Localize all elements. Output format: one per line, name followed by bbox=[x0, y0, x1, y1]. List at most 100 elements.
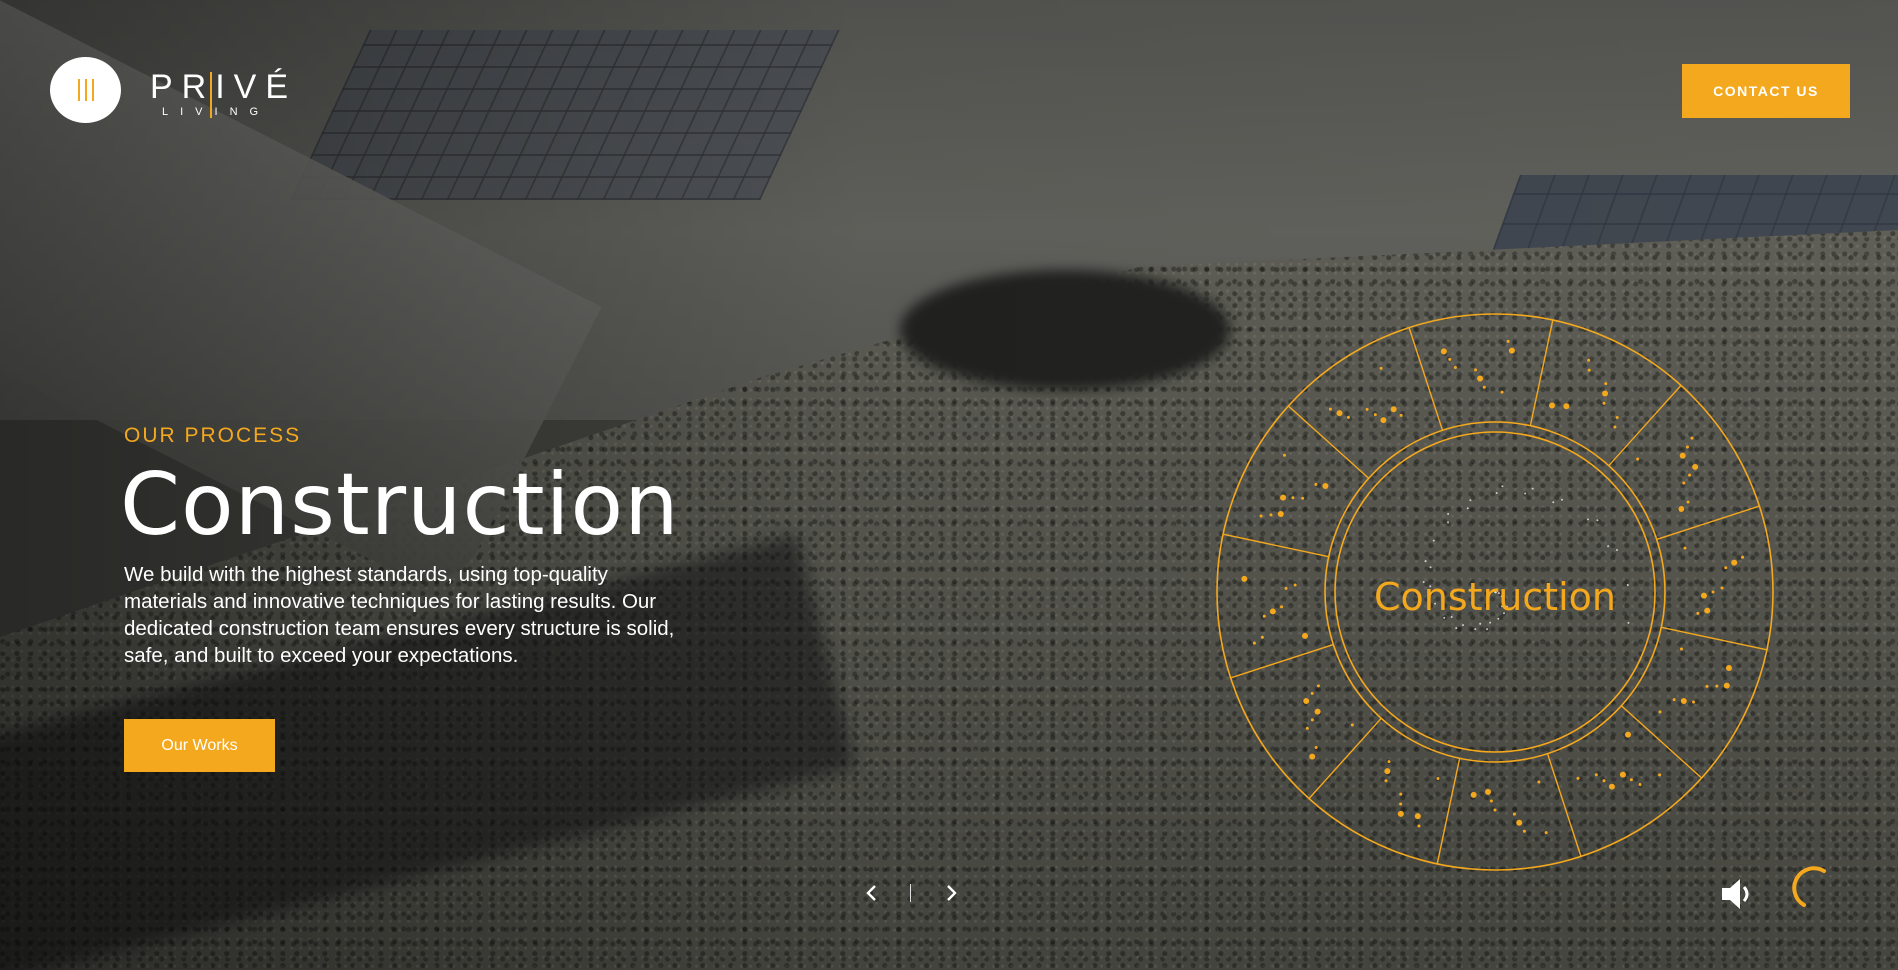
wheel-constellation-dot bbox=[1692, 700, 1696, 704]
wheel-constellation-dot bbox=[1485, 788, 1492, 795]
wheel-constellation-dot bbox=[1482, 385, 1486, 389]
wheel-sparkle-dot bbox=[1486, 628, 1489, 631]
wheel-spoke bbox=[1529, 319, 1554, 426]
wheel-sparkle-dot bbox=[1447, 512, 1450, 515]
wheel-spoke bbox=[1620, 705, 1703, 779]
wheel-constellation-dot bbox=[1336, 410, 1343, 417]
contact-us-button[interactable]: CONTACT US bbox=[1682, 64, 1850, 118]
wheel-constellation-dot bbox=[1259, 514, 1263, 518]
wheel-sparkle-dot bbox=[1586, 518, 1589, 521]
wheel-sparkle-dot bbox=[1524, 492, 1527, 495]
wheel-constellation-dot bbox=[1688, 473, 1692, 477]
wheel-sparkle-dot bbox=[1607, 545, 1610, 548]
wheel-sparkle-dot bbox=[1552, 501, 1555, 504]
wheel-constellation-dot bbox=[1277, 511, 1284, 518]
wheel-constellation-dot bbox=[1305, 726, 1309, 730]
wheel-constellation-dot bbox=[1594, 773, 1598, 777]
wheel-constellation-dot bbox=[1384, 768, 1391, 775]
wheel-constellation-dot bbox=[1436, 776, 1440, 780]
menu-button[interactable] bbox=[50, 57, 121, 123]
wheel-sparkle-dot bbox=[1615, 549, 1618, 552]
wheel-constellation-dot bbox=[1303, 698, 1310, 704]
brand-logo[interactable]: PRIVÉ LIVING bbox=[150, 70, 288, 118]
wheel-constellation-dot bbox=[1683, 546, 1687, 550]
wheel-center-label: Construction bbox=[1374, 575, 1616, 619]
wheel-spoke bbox=[1408, 327, 1444, 431]
wheel-constellation-dot bbox=[1477, 375, 1484, 382]
wheel-constellation-dot bbox=[1506, 339, 1510, 343]
wheel-constellation-dot bbox=[1563, 403, 1570, 410]
wheel-constellation-dot bbox=[1587, 368, 1591, 372]
wheel-constellation-dot bbox=[1282, 453, 1286, 457]
wheel-spoke bbox=[1661, 626, 1768, 651]
wheel-sparkle-dot bbox=[1561, 498, 1564, 501]
wheel-sparkle-dot bbox=[1501, 485, 1504, 488]
wheel-constellation-dot bbox=[1537, 780, 1541, 784]
wheel-constellation-dot bbox=[1365, 407, 1369, 411]
wheel-constellation-dot bbox=[1692, 463, 1699, 470]
wheel-constellation-dot bbox=[1397, 810, 1404, 817]
wheel-spoke bbox=[1656, 505, 1760, 541]
wheel-constellation-dot bbox=[1316, 684, 1320, 688]
wheel-constellation-dot bbox=[1291, 496, 1295, 500]
wheel-constellation-dot bbox=[1731, 559, 1738, 566]
wheel-constellation-dot bbox=[1260, 635, 1264, 639]
wheel-constellation-dot bbox=[1500, 390, 1504, 394]
wheel-constellation-dot bbox=[1608, 783, 1615, 790]
wheel-constellation-dot bbox=[1705, 684, 1709, 688]
wheel-constellation-dot bbox=[1602, 401, 1606, 405]
wheel-constellation-dot bbox=[1380, 417, 1387, 424]
speaker-icon[interactable] bbox=[1718, 874, 1758, 914]
wheel-constellation-dot bbox=[1615, 416, 1619, 420]
chevron-left-icon bbox=[866, 885, 876, 901]
wheel-constellation-dot bbox=[1741, 555, 1745, 559]
wheel-constellation-dot bbox=[1328, 407, 1332, 411]
wheel-sparkle-dot bbox=[1495, 492, 1498, 495]
wheel-constellation-dot bbox=[1680, 698, 1687, 704]
wheel-constellation-dot bbox=[1399, 413, 1403, 417]
wheel-constellation-dot bbox=[1613, 425, 1617, 429]
wheel-constellation-dot bbox=[1638, 782, 1642, 786]
our-works-button[interactable]: Our Works bbox=[124, 719, 275, 772]
wheel-spoke bbox=[1230, 643, 1334, 679]
wheel-constellation-dot bbox=[1314, 708, 1321, 715]
prev-slide-button[interactable] bbox=[856, 878, 886, 908]
wheel-constellation-dot bbox=[1350, 723, 1354, 727]
wheel-constellation-dot bbox=[1686, 500, 1690, 504]
wheel-constellation-dot bbox=[1619, 771, 1626, 778]
brand-tagline: LIVING bbox=[162, 106, 271, 118]
wheel-constellation-dot bbox=[1310, 691, 1314, 695]
wheel-constellation-dot bbox=[1690, 436, 1694, 440]
wheel-constellation-dot bbox=[1301, 632, 1308, 639]
wheel-constellation-dot bbox=[1493, 808, 1497, 812]
wheel-sparkle-dot bbox=[1432, 539, 1435, 542]
wheel-constellation-dot bbox=[1310, 718, 1314, 722]
wheel-constellation-dot bbox=[1604, 382, 1608, 386]
wheel-constellation-dot bbox=[1387, 760, 1391, 764]
wheel-constellation-dot bbox=[1624, 731, 1631, 738]
wheel-constellation-dot bbox=[1373, 413, 1377, 417]
wheel-constellation-dot bbox=[1715, 684, 1719, 688]
wheel-constellation-dot bbox=[1301, 496, 1305, 500]
wheel-spoke bbox=[1308, 717, 1382, 800]
wheel-constellation-dot bbox=[1399, 802, 1403, 806]
wheel-constellation-dot bbox=[1252, 641, 1256, 645]
wheel-constellation-dot bbox=[1390, 406, 1397, 413]
wheel-constellation-dot bbox=[1314, 745, 1318, 749]
wheel-constellation-dot bbox=[1399, 792, 1403, 796]
wheel-spoke bbox=[1287, 405, 1370, 479]
wheel-spoke bbox=[1436, 758, 1461, 865]
chevron-right-icon bbox=[947, 885, 957, 901]
wheel-constellation-dot bbox=[1470, 791, 1477, 798]
wheel-constellation-dot bbox=[1682, 481, 1686, 485]
wheel-constellation-dot bbox=[1508, 347, 1515, 354]
wheel-constellation-dot bbox=[1448, 357, 1452, 361]
wheel-constellation-dot bbox=[1314, 482, 1318, 486]
wheel-constellation-dot bbox=[1417, 824, 1421, 828]
next-slide-button[interactable] bbox=[937, 878, 967, 908]
wheel-constellation-dot bbox=[1724, 566, 1728, 570]
wheel-spoke bbox=[1608, 384, 1682, 467]
wheel-constellation-dot bbox=[1512, 812, 1516, 816]
wheel-constellation-dot bbox=[1576, 776, 1580, 780]
wheel-constellation-dot bbox=[1658, 773, 1662, 777]
